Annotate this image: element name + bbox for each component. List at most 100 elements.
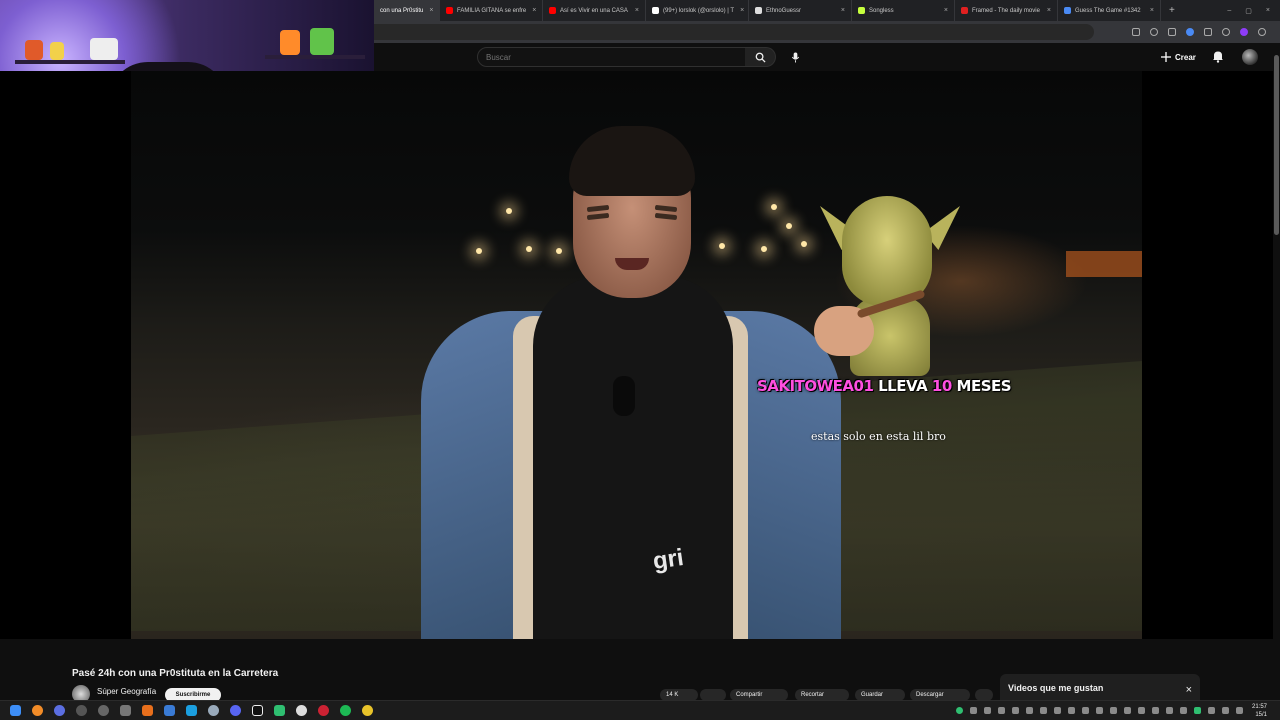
app-icon[interactable]: [98, 705, 109, 716]
presenter-mouth: [615, 258, 649, 270]
tab-active[interactable]: con una Pr0stitu ×: [374, 0, 440, 21]
extensions-puzzle-icon[interactable]: [1204, 28, 1212, 36]
clock-date: 15/1: [1255, 712, 1268, 718]
tray-icon[interactable]: [1026, 707, 1033, 714]
close-tab-icon[interactable]: ×: [835, 7, 845, 14]
close-icon[interactable]: ×: [1186, 684, 1192, 696]
tray-icon[interactable]: [1054, 707, 1061, 714]
tray-icon[interactable]: [1138, 707, 1145, 714]
app-icon[interactable]: [76, 705, 87, 716]
tab[interactable]: (99+) lorslok (@orslolo) | T ×: [646, 0, 749, 21]
app-icon[interactable]: [54, 705, 65, 716]
tray-icon[interactable]: [1040, 707, 1047, 714]
steam-icon[interactable]: [186, 705, 197, 716]
tray-icon[interactable]: [998, 707, 1005, 714]
tray-icon[interactable]: [1180, 707, 1187, 714]
extension-icon[interactable]: [1186, 28, 1194, 36]
tray-icon[interactable]: [984, 707, 991, 714]
tab[interactable]: FAMILIA GITANA se enfre ×: [440, 0, 543, 21]
address-bar[interactable]: [374, 24, 1094, 40]
liked-videos-panel: Videos que me gustan ×: [1000, 674, 1200, 702]
close-tab-icon[interactable]: ×: [1041, 7, 1051, 14]
sidebar-icon[interactable]: [1222, 28, 1230, 36]
app-icon[interactable]: [142, 705, 153, 716]
window-controls: – ▢ ×: [1227, 7, 1280, 15]
install-app-icon[interactable]: [1132, 28, 1140, 36]
discord-icon[interactable]: [230, 705, 241, 716]
scrollbar-thumb[interactable]: [1274, 55, 1279, 235]
profile-icon[interactable]: [1240, 28, 1248, 36]
video-frame: gri: [131, 71, 1142, 639]
volume-icon[interactable]: [1236, 707, 1243, 714]
tab[interactable]: Songless ×: [852, 0, 955, 21]
tray-icon[interactable]: [1124, 707, 1131, 714]
minimize-button[interactable]: –: [1227, 7, 1231, 15]
close-tab-icon[interactable]: ×: [1144, 7, 1154, 14]
create-label: Crear: [1175, 52, 1196, 62]
voice-search-button[interactable]: [786, 48, 804, 66]
maximize-button[interactable]: ▢: [1245, 7, 1252, 15]
app-icon[interactable]: [120, 705, 131, 716]
battery-icon[interactable]: [1222, 707, 1229, 714]
alert-months-word: MESES: [956, 377, 1012, 395]
app-icon[interactable]: [296, 705, 307, 716]
alert-username: SAKITOWEA01: [757, 377, 874, 395]
new-tab-button[interactable]: +: [1161, 5, 1183, 16]
tray-icon[interactable]: [1012, 707, 1019, 714]
tray-icon[interactable]: [1068, 707, 1075, 714]
tray-icon[interactable]: [1166, 707, 1173, 714]
search-input[interactable]: [477, 47, 746, 67]
app-icon[interactable]: [164, 705, 175, 716]
close-tab-icon[interactable]: ×: [526, 7, 536, 14]
account-avatar[interactable]: [1242, 49, 1258, 65]
tray-icon[interactable]: [1110, 707, 1117, 714]
presenter-hair: [569, 126, 695, 196]
tab[interactable]: EthnoGuessr ×: [749, 0, 852, 21]
framed-icon: [961, 7, 968, 14]
tray-icon[interactable]: [1096, 707, 1103, 714]
system-clock[interactable]: 21:57 15/1: [1252, 703, 1267, 719]
tray-icon[interactable]: [1082, 707, 1089, 714]
obs-icon[interactable]: [318, 705, 329, 716]
search-button[interactable]: [745, 47, 776, 67]
search-icon[interactable]: [32, 705, 43, 716]
close-window-button[interactable]: ×: [1266, 7, 1270, 15]
menu-icon[interactable]: [1258, 28, 1266, 36]
chrome-icon[interactable]: [362, 705, 373, 716]
tab[interactable]: Framed - The daily movie ×: [955, 0, 1058, 21]
video-player[interactable]: gri SAKITOWEA01 LLEVA 10 MESES estas sol…: [0, 71, 1280, 639]
video-title: Pasé 24h con una Pr0stituta en la Carret…: [72, 668, 279, 679]
close-tab-icon[interactable]: ×: [734, 7, 744, 14]
close-tab-icon[interactable]: ×: [423, 7, 433, 14]
close-tab-icon[interactable]: ×: [629, 7, 639, 14]
spotify-icon[interactable]: [340, 705, 351, 716]
youtube-icon: [549, 7, 556, 14]
youtube-header: Crear: [374, 43, 1280, 71]
windows-start-icon[interactable]: [10, 705, 21, 716]
sub-alert: SAKITOWEA01 LLEVA 10 MESES: [757, 377, 1012, 395]
tray-icon[interactable]: [1152, 707, 1159, 714]
liked-videos-title: Videos que me gustan: [1008, 683, 1104, 693]
tab-label: Framed - The daily movie: [972, 7, 1040, 14]
bookmark-star-icon[interactable]: [1150, 28, 1158, 36]
browser-tab-strip: con una Pr0stitu × FAMILIA GITANA se enf…: [374, 0, 1280, 21]
face-paint: [654, 212, 678, 221]
tab-label: EthnoGuessr: [766, 7, 802, 14]
tab[interactable]: Así es Vivir en una CASA ×: [543, 0, 646, 21]
bell-icon[interactable]: [1212, 50, 1224, 63]
create-button[interactable]: Crear: [1161, 49, 1196, 65]
tray-icon[interactable]: [956, 707, 963, 714]
app-icon[interactable]: [208, 705, 219, 716]
close-tab-icon[interactable]: ×: [938, 7, 948, 14]
alert-lleva: LLEVA: [878, 377, 928, 395]
extension-icon[interactable]: [1168, 28, 1176, 36]
tray-icon[interactable]: [970, 707, 977, 714]
tab[interactable]: Guess The Game #1342 ×: [1058, 0, 1161, 21]
network-icon[interactable]: [1208, 707, 1215, 714]
alert-months-number: 10: [931, 377, 952, 395]
tray-icon[interactable]: [1194, 707, 1201, 714]
tiktok-icon[interactable]: [252, 705, 263, 716]
channel-name[interactable]: Súper Geografía: [97, 687, 156, 696]
clock-time: 21:57: [1252, 704, 1268, 710]
app-icon[interactable]: [274, 705, 285, 716]
